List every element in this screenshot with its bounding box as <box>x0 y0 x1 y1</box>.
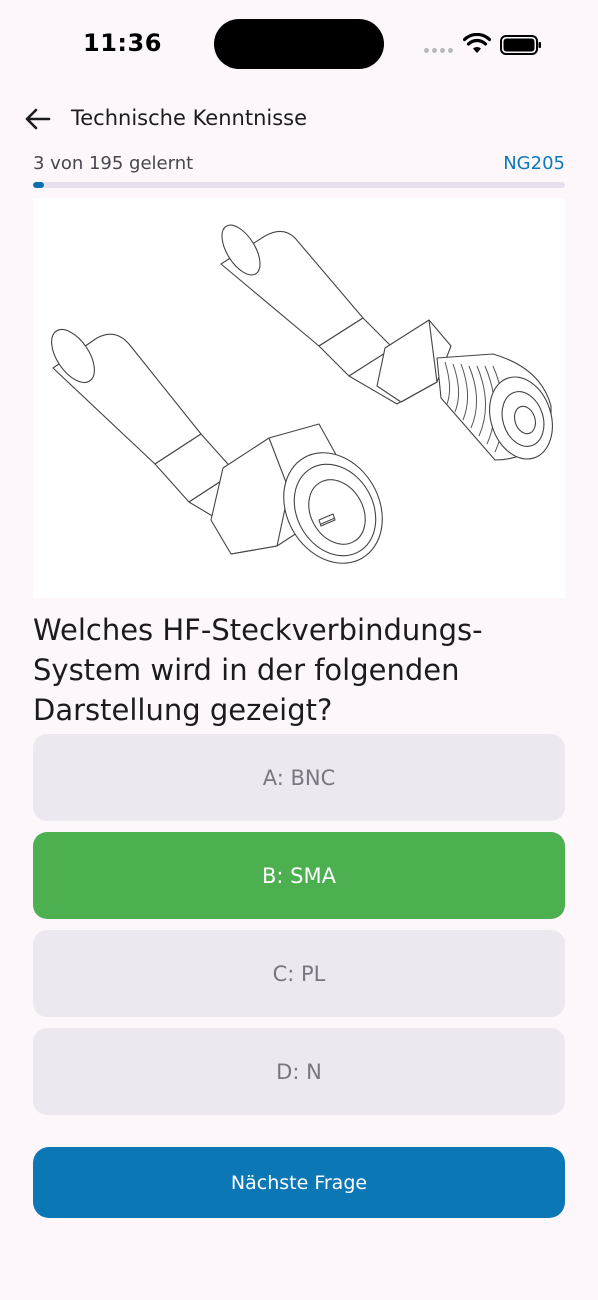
connector-illustration <box>51 224 553 564</box>
question-id: NG205 <box>503 153 565 174</box>
progress-bar-fill <box>33 182 44 188</box>
wifi-icon <box>463 33 491 53</box>
back-button[interactable] <box>22 103 54 135</box>
cellular-signal-icon <box>424 48 453 53</box>
arrow-left-icon <box>25 108 51 130</box>
progress-bar <box>33 182 565 188</box>
answer-option-a[interactable]: A: BNC <box>33 734 565 821</box>
status-time: 11:36 <box>83 29 162 57</box>
question-text: Welches HF-Steckverbindungs-System wird … <box>33 613 483 727</box>
answer-option-b[interactable]: B: SMA <box>33 832 565 919</box>
question-image <box>33 198 565 598</box>
status-bar: 11:36 <box>0 0 598 90</box>
progress-label: 3 von 195 gelernt <box>33 153 194 174</box>
quiz-screen: 11:36 Technische Kenntnisse 3 von 195 ge… <box>0 0 598 1300</box>
answer-list: A: BNC B: SMA C: PL D: N <box>33 734 565 1126</box>
app-header: Technische Kenntnisse <box>0 95 598 141</box>
page-title: Technische Kenntnisse <box>71 106 308 130</box>
answer-option-c[interactable]: C: PL <box>33 930 565 1017</box>
next-question-button[interactable]: Nächste Frage <box>33 1147 565 1218</box>
battery-icon <box>500 35 541 55</box>
answer-option-d[interactable]: D: N <box>33 1028 565 1115</box>
dynamic-island <box>214 19 384 69</box>
